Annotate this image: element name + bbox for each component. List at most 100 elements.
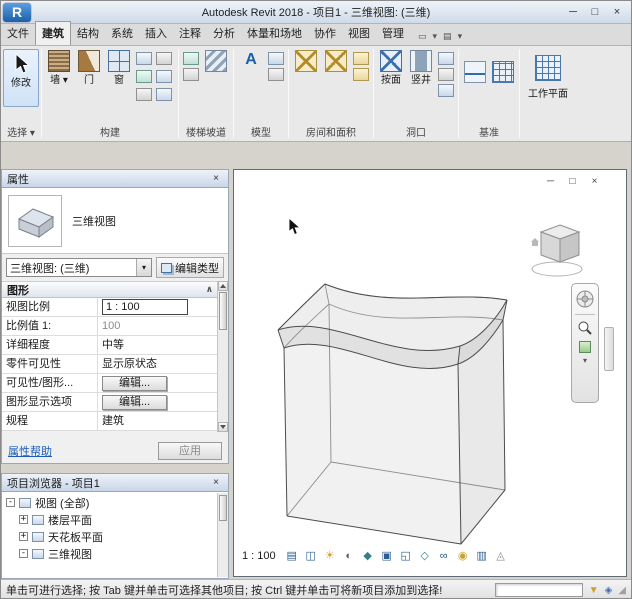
tab-view[interactable]: 视图: [342, 22, 376, 45]
type-preview-image[interactable]: [8, 195, 62, 247]
edit-type-button[interactable]: 编辑类型: [156, 257, 224, 278]
properties-close-icon[interactable]: ×: [209, 173, 223, 184]
room-area-group-label[interactable]: 房间和面积: [291, 126, 371, 141]
tab-manage[interactable]: 管理: [376, 22, 410, 45]
visual-style-icon[interactable]: ◫: [303, 548, 319, 564]
chevron-down-icon[interactable]: ▾: [136, 259, 151, 276]
room-button[interactable]: [291, 47, 321, 119]
grid-button[interactable]: [489, 51, 517, 95]
section-collapse-icon[interactable]: ∧: [206, 284, 213, 295]
selection-toggle-icon[interactable]: ◈: [605, 585, 613, 596]
shadows-icon[interactable]: ◐: [341, 548, 357, 564]
tree-expander-icon[interactable]: +: [19, 515, 28, 524]
room-separator-button[interactable]: [353, 52, 369, 65]
wall-opening-button[interactable]: [438, 52, 454, 65]
tree-expander-icon[interactable]: +: [19, 532, 28, 541]
tree-item-ceiling-plans[interactable]: + 天花板平面: [2, 528, 228, 545]
properties-help-link[interactable]: 属性帮助: [8, 443, 52, 459]
detail-level-value[interactable]: 中等: [98, 336, 218, 354]
tab-analyze[interactable]: 分析: [207, 22, 241, 45]
tree-item-label[interactable]: 视图 (全部): [35, 495, 89, 511]
scroll-down-icon[interactable]: [218, 422, 228, 432]
revit-logo-button[interactable]: R: [3, 3, 31, 22]
navigation-bar-handle[interactable]: [604, 327, 614, 371]
view-scale-input[interactable]: 1 : 100: [102, 299, 188, 315]
close-button[interactable]: ×: [606, 3, 628, 21]
view-scale-button[interactable]: 1 : 100: [240, 550, 281, 562]
view-close-icon[interactable]: ×: [587, 176, 602, 187]
door-button[interactable]: 门: [74, 47, 104, 119]
parts-visibility-value[interactable]: 显示原状态: [98, 355, 218, 373]
ceiling-button[interactable]: [156, 70, 172, 83]
unlocked-3d-view-icon[interactable]: ◇: [417, 548, 433, 564]
ribbon-panel-arrow-icon[interactable]: ▾: [456, 31, 465, 42]
stair-button[interactable]: [201, 47, 231, 119]
visibility-edit-button[interactable]: 编辑...: [102, 376, 167, 391]
modify-button[interactable]: 修改: [3, 49, 39, 107]
curtain-system-button[interactable]: [156, 88, 172, 101]
show-crop-region-icon[interactable]: ◱: [398, 548, 414, 564]
stairs-group-label[interactable]: 楼梯坡道: [181, 126, 231, 141]
detail-level-icon[interactable]: ▤: [284, 548, 300, 564]
tag-room-button[interactable]: [353, 68, 369, 81]
tree-item-label[interactable]: 楼层平面: [48, 512, 92, 528]
shaft-opening-button[interactable]: 竖井: [406, 47, 436, 119]
render-dialog-icon[interactable]: ◆: [360, 548, 376, 564]
tree-item-label[interactable]: 三维视图: [48, 546, 92, 562]
scrollbar-thumb[interactable]: [219, 495, 227, 521]
railing-button[interactable]: [183, 52, 199, 65]
tab-collaborate[interactable]: 协作: [308, 22, 342, 45]
temporary-view-properties-icon[interactable]: ▥: [474, 548, 490, 564]
wall-button[interactable]: 墙 ▾: [44, 47, 74, 119]
component-button[interactable]: [136, 52, 152, 65]
area-button[interactable]: [321, 47, 351, 119]
tab-massing-site[interactable]: 体量和场地: [241, 22, 308, 45]
drawing-area[interactable]: ─ □ × ▾ 1 : 100: [233, 169, 627, 577]
temporary-hide-isolate-icon[interactable]: ∞: [436, 548, 452, 564]
maximize-button[interactable]: □: [584, 3, 606, 21]
ribbon-cycle-arrow-icon[interactable]: ▾: [431, 31, 440, 42]
tree-expander-icon[interactable]: -: [6, 498, 15, 507]
datum-group-label[interactable]: 基准: [461, 126, 517, 141]
filter-icon[interactable]: ▼: [589, 585, 599, 596]
ribbon-cycle-icon[interactable]: ▭: [416, 31, 429, 42]
tab-systems[interactable]: 系统: [105, 22, 139, 45]
orbit-icon[interactable]: [579, 341, 591, 353]
tree-item-label[interactable]: 天花板平面: [48, 529, 103, 545]
tab-file[interactable]: 文件: [1, 22, 35, 45]
steering-wheel-icon[interactable]: [575, 289, 595, 309]
tab-annotate[interactable]: 注释: [173, 22, 207, 45]
vertical-opening-button[interactable]: [438, 68, 454, 81]
minimize-button[interactable]: ─: [562, 3, 584, 21]
ribbon-panel-icon[interactable]: ▤: [441, 31, 454, 42]
column-button[interactable]: [156, 52, 172, 65]
reveal-hidden-elements-icon[interactable]: ◉: [455, 548, 471, 564]
ramp-button[interactable]: [183, 68, 199, 81]
model-text-button[interactable]: A: [236, 47, 266, 119]
tab-architecture[interactable]: 建筑: [35, 21, 71, 45]
section-header-graphics[interactable]: 图形 ∧: [2, 281, 218, 298]
properties-scrollbar[interactable]: [217, 281, 228, 432]
apply-button[interactable]: 应用: [158, 442, 222, 460]
opening-group-label[interactable]: 洞口: [376, 126, 456, 141]
workplane-panel-button[interactable]: 工作平面: [522, 47, 574, 131]
view-cube[interactable]: [528, 218, 590, 280]
floor-button[interactable]: [136, 88, 152, 101]
view-minimize-icon[interactable]: ─: [543, 176, 558, 187]
zoom-icon[interactable]: [577, 320, 593, 336]
show-constraints-icon[interactable]: ◬: [493, 548, 509, 564]
model-group-label[interactable]: 模型: [236, 126, 286, 141]
crop-view-icon[interactable]: ▣: [379, 548, 395, 564]
project-browser-scrollbar[interactable]: [217, 493, 228, 577]
tab-insert[interactable]: 插入: [139, 22, 173, 45]
tree-expander-icon[interactable]: -: [19, 549, 28, 558]
select-group-label[interactable]: 选择 ▾: [3, 126, 39, 141]
tree-item-views-all[interactable]: - 视图 (全部): [2, 494, 228, 511]
dormer-opening-button[interactable]: [438, 84, 454, 97]
level-button[interactable]: [461, 51, 489, 95]
discipline-value[interactable]: 建筑: [98, 412, 218, 430]
navbar-more-icon[interactable]: ▾: [583, 358, 587, 364]
view-restore-icon[interactable]: □: [565, 176, 580, 187]
tree-item-floor-plans[interactable]: + 楼层平面: [2, 511, 228, 528]
build-group-label[interactable]: 构建: [44, 126, 176, 141]
